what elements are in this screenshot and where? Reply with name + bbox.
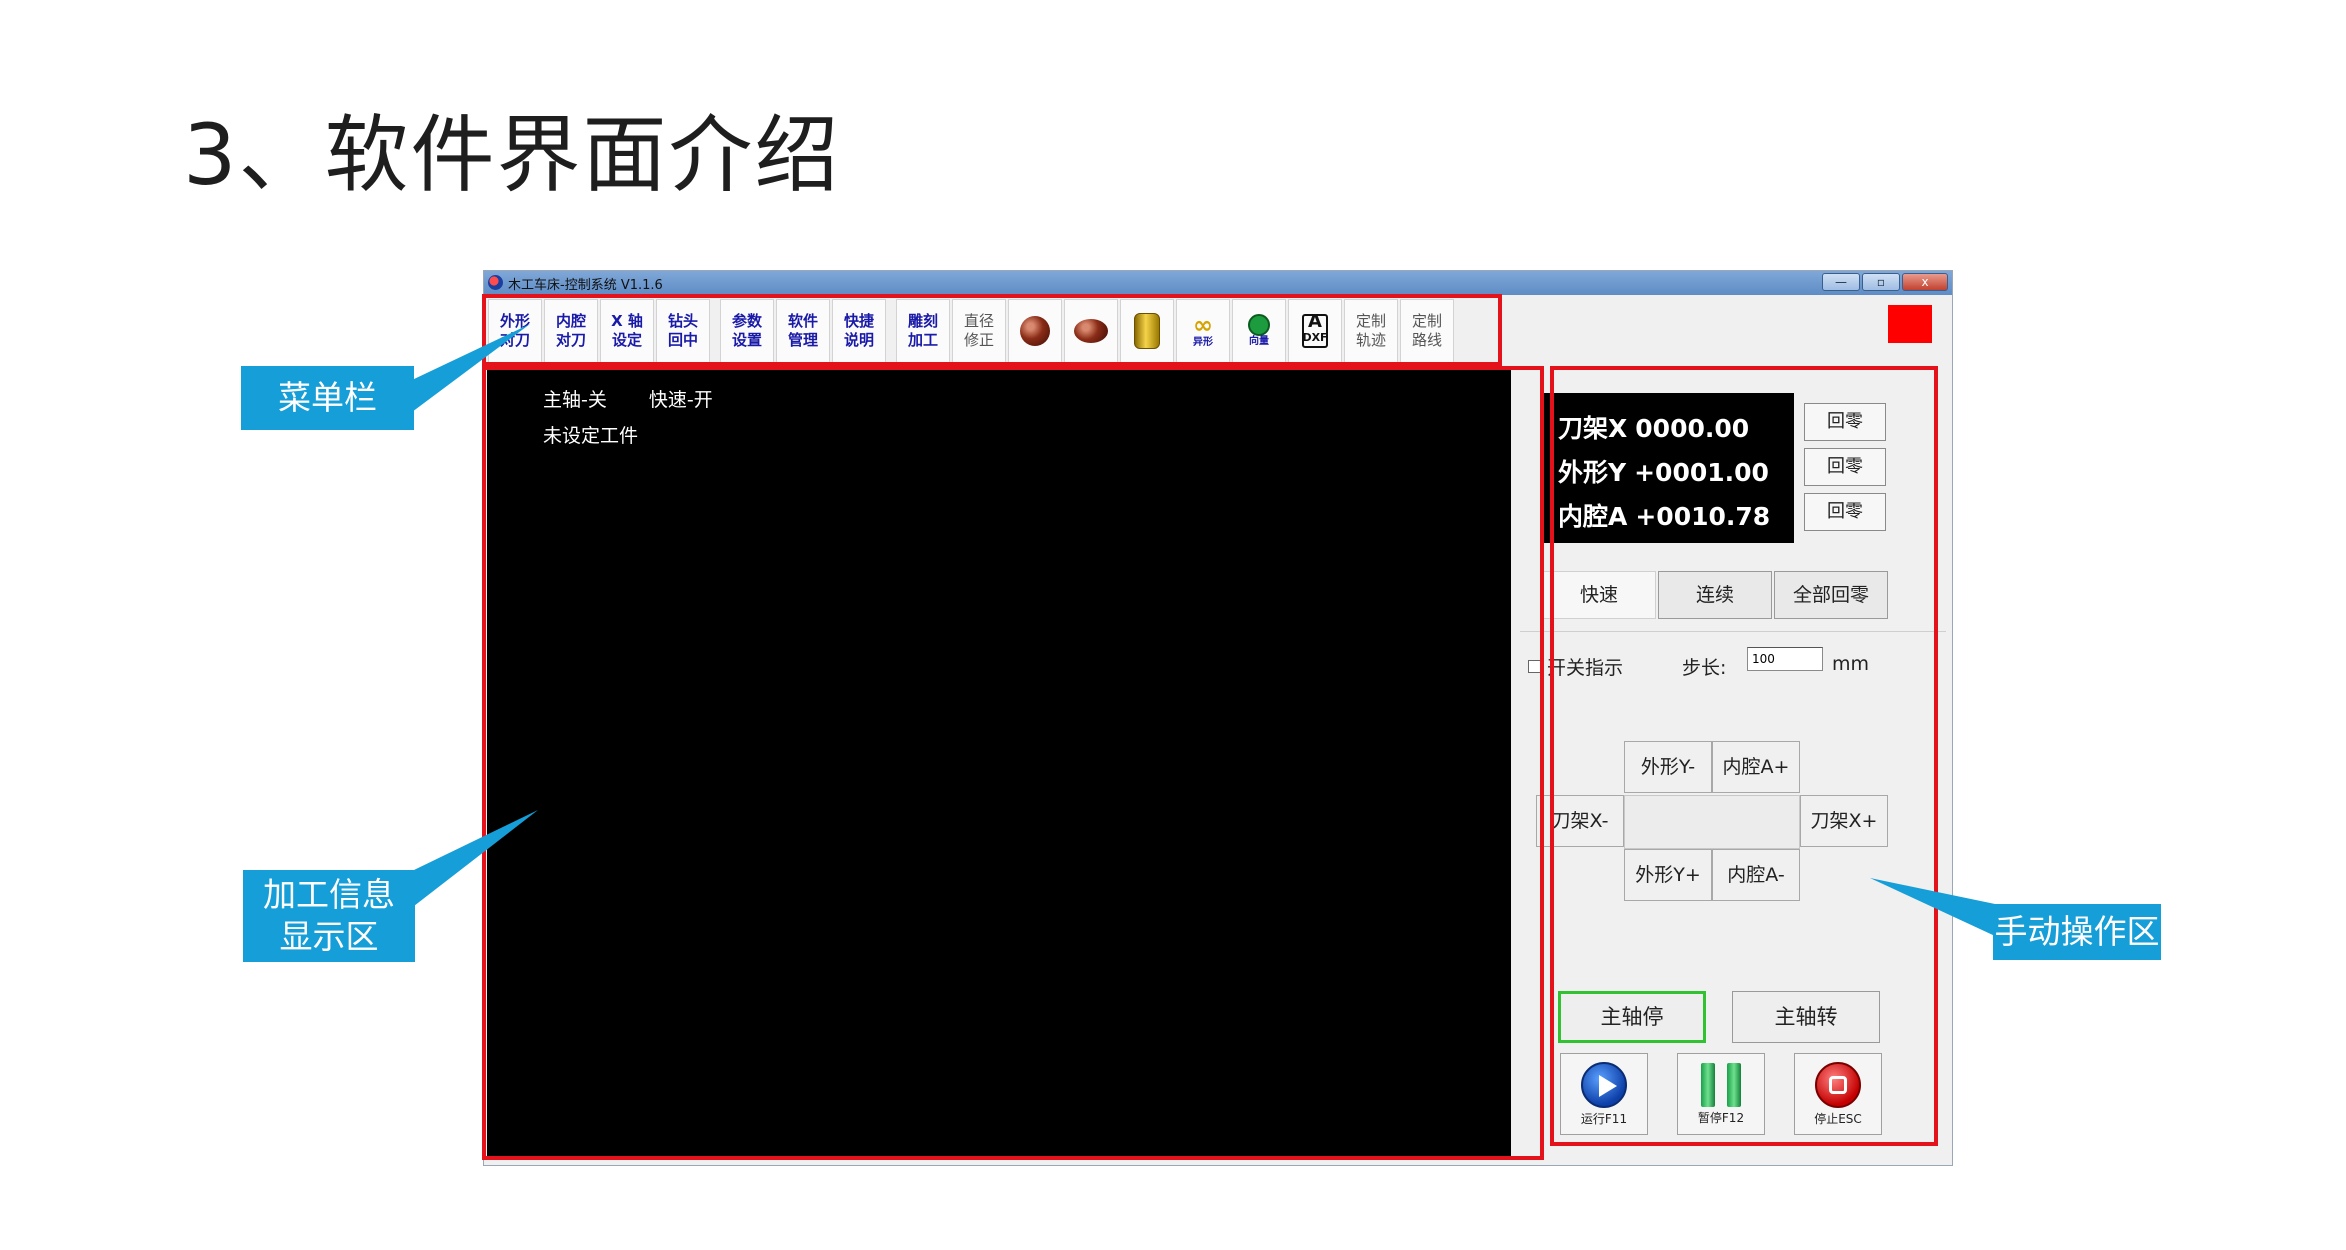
callout-info-display-line2: 显示区	[279, 917, 379, 956]
callout-info-display-line1: 加工信息	[263, 875, 395, 914]
callout-menu-bar: 菜单栏	[241, 366, 414, 430]
callout-info-display: 加工信息 显示区	[243, 870, 415, 962]
callout-manual-area: 手动操作区	[1993, 904, 2161, 960]
callout-leaders	[412, 324, 1995, 936]
